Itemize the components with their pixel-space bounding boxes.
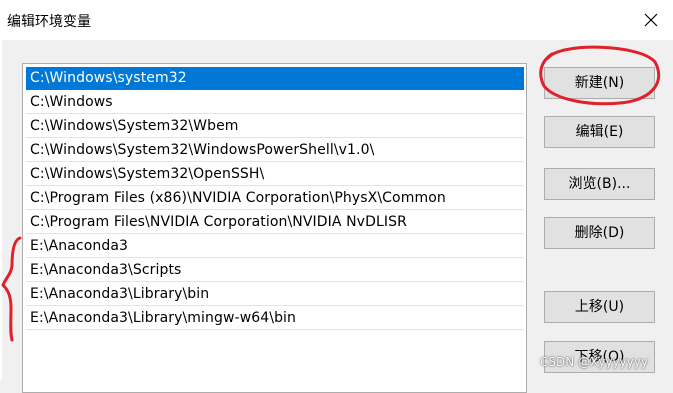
list-item[interactable]: C:\Windows\system32 — [26, 67, 524, 90]
list-item-text: C:\Program Files\NVIDIA Corporation\NVID… — [30, 214, 407, 230]
list-item-text: C:\Windows — [30, 94, 113, 110]
watermark: CSDN @Xyyyyyyy — [540, 355, 648, 369]
list-item-text: C:\Windows\System32\Wbem — [30, 118, 239, 134]
list-item[interactable]: C:\Windows\System32\Wbem — [26, 115, 524, 138]
new-button[interactable]: 新建(N) — [544, 67, 655, 99]
list-item[interactable]: C:\Windows\System32\OpenSSH\ — [26, 163, 524, 186]
path-list[interactable]: C:\Windows\system32 C:\Windows C:\Window… — [22, 63, 527, 393]
close-button[interactable] — [636, 8, 666, 34]
delete-button[interactable]: 删除(D) — [544, 217, 655, 249]
list-item-text: E:\Anaconda3 — [30, 238, 129, 254]
red-bracket-annotation — [1, 236, 22, 342]
dialog-title: 编辑环境变量 — [7, 14, 91, 30]
list-item-text: E:\Anaconda3\Library\mingw-w64\bin — [30, 310, 297, 326]
browse-button[interactable]: 浏览(B)... — [544, 168, 655, 200]
list-item[interactable]: C:\Windows — [26, 91, 524, 114]
close-icon — [644, 13, 658, 27]
list-item-text: C:\Windows\system32 — [30, 70, 187, 86]
edit-button[interactable]: 编辑(E) — [544, 116, 655, 148]
title-bar: 编辑环境变量 — [0, 0, 673, 40]
list-item[interactable]: C:\Program Files (x86)\NVIDIA Corporatio… — [26, 187, 524, 210]
list-item-text: C:\Program Files (x86)\NVIDIA Corporatio… — [30, 190, 446, 206]
list-item[interactable]: E:\Anaconda3\Library\bin — [26, 283, 524, 306]
list-item[interactable]: C:\Windows\System32\WindowsPowerShell\v1… — [26, 139, 524, 162]
list-item[interactable]: E:\Anaconda3 — [26, 235, 524, 258]
list-item[interactable]: E:\Anaconda3\Scripts — [26, 259, 524, 282]
move-up-button[interactable]: 上移(U) — [544, 291, 655, 323]
list-item-text: C:\Windows\System32\OpenSSH\ — [30, 166, 265, 182]
list-item-text: E:\Anaconda3\Scripts — [30, 262, 182, 278]
list-item-text: C:\Windows\System32\WindowsPowerShell\v1… — [30, 142, 375, 158]
list-item-text: E:\Anaconda3\Library\bin — [30, 286, 210, 302]
window-frame — [0, 40, 2, 380]
list-item[interactable]: E:\Anaconda3\Library\mingw-w64\bin — [26, 307, 524, 330]
list-item[interactable]: C:\Program Files\NVIDIA Corporation\NVID… — [26, 211, 524, 234]
